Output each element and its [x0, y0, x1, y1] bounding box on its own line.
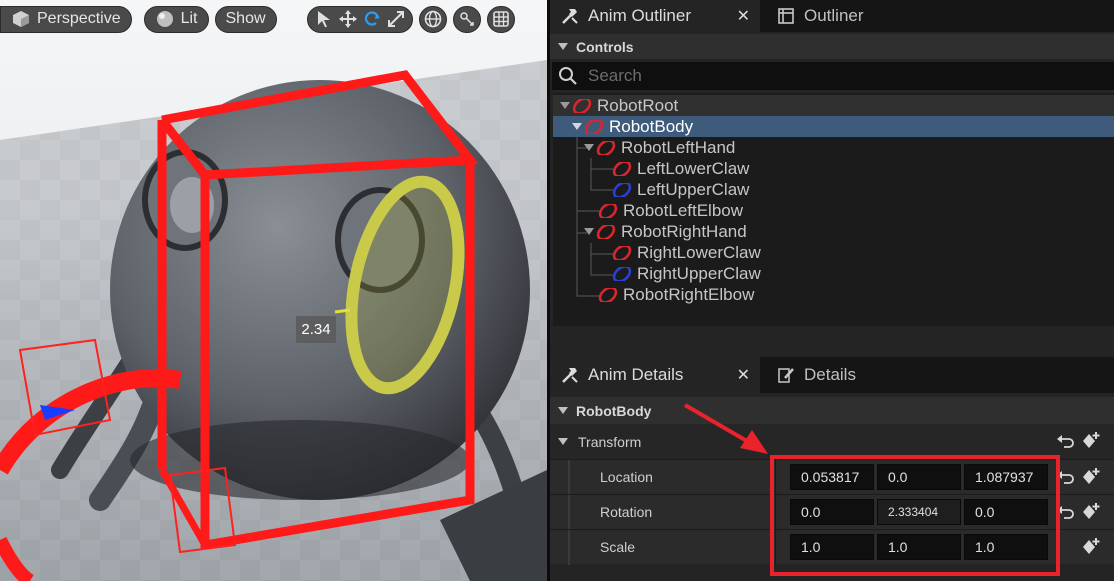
- viewport-toolbar: Perspective Lit Show: [0, 5, 515, 33]
- rotate-icon[interactable]: [362, 9, 382, 29]
- tab-anim-details[interactable]: Anim Details ✕: [550, 357, 760, 393]
- details-pencil-icon: [776, 365, 796, 385]
- tab-details-label: Details: [804, 365, 856, 384]
- control-ellipse-icon: [596, 224, 616, 239]
- tree-item-robotrightelbow[interactable]: RobotRightElbow: [553, 284, 1114, 305]
- tab-outliner[interactable]: Outliner: [766, 0, 874, 32]
- add-key-icon[interactable]: [1080, 536, 1102, 558]
- tree-item-robotbody[interactable]: RobotBody: [553, 116, 1114, 137]
- show-label: Show: [225, 10, 266, 27]
- expand-triangle-icon[interactable]: [583, 226, 595, 238]
- add-key-icon[interactable]: [1080, 466, 1102, 488]
- tree-item-label: RightLowerClaw: [637, 242, 761, 262]
- control-ellipse-icon: [612, 266, 632, 281]
- location-label: Location: [600, 469, 653, 485]
- lit-button[interactable]: Lit: [143, 5, 209, 33]
- snap-icon: [457, 9, 477, 29]
- controls-tree: RobotRoot RobotBody RobotLeftHand LeftLo…: [553, 93, 1114, 326]
- tree-item-robotlefthand[interactable]: RobotLeftHand: [553, 137, 1114, 158]
- tree-item-label: LeftLowerClaw: [637, 158, 750, 178]
- scale-icon[interactable]: [386, 9, 406, 29]
- control-ellipse-icon: [596, 140, 616, 155]
- grid-snap-button[interactable]: [486, 5, 515, 33]
- control-ellipse-icon: [584, 119, 604, 134]
- expand-triangle-icon[interactable]: [571, 121, 583, 133]
- search-placeholder: Search: [588, 66, 642, 85]
- transform-label: Transform: [578, 433, 642, 450]
- grid-icon: [491, 9, 511, 29]
- control-ellipse-icon: [612, 161, 632, 176]
- surface-snap-button[interactable]: [452, 5, 481, 33]
- control-ellipse-icon: [598, 203, 618, 218]
- sphere-icon: [155, 9, 175, 29]
- add-key-icon[interactable]: [1080, 501, 1102, 523]
- tree-item-label: RobotLeftElbow: [623, 200, 744, 220]
- transform-row[interactable]: Transform: [550, 424, 1114, 459]
- control-name-label: RobotBody: [576, 402, 652, 419]
- control-ellipse-icon: [572, 98, 592, 113]
- tree-item-label: RobotRightHand: [621, 221, 747, 241]
- tree-item-label: RobotRightElbow: [623, 284, 755, 304]
- scale-label: Scale: [600, 539, 636, 555]
- tab-anim-details-label: Anim Details: [588, 365, 684, 384]
- tree-item-label: LeftUpperClaw: [637, 179, 750, 199]
- collapse-triangle-icon: [558, 43, 568, 50]
- tab-anim-outliner-label: Anim Outliner: [588, 6, 691, 25]
- control-name-header[interactable]: RobotBody: [550, 397, 1114, 424]
- expand-triangle-icon[interactable]: [559, 100, 571, 112]
- tab-anim-outliner[interactable]: Anim Outliner ✕: [550, 0, 760, 32]
- tree-item-label: RobotLeftHand: [621, 137, 736, 157]
- rotation-readout: 2.34: [296, 316, 336, 343]
- tree-item-leftupperclaw[interactable]: LeftUpperClaw: [553, 179, 1114, 200]
- details-tabbar: Anim Details ✕ Details: [550, 357, 1114, 393]
- transform-tools-group: [306, 5, 413, 33]
- translate-icon[interactable]: [338, 9, 358, 29]
- tree-item-robotroot[interactable]: RobotRoot: [553, 95, 1114, 116]
- tree-item-rightlowerclaw[interactable]: RightLowerClaw: [553, 242, 1114, 263]
- show-button[interactable]: Show: [214, 5, 277, 33]
- select-arrow-icon[interactable]: [314, 9, 334, 29]
- search-icon: [558, 66, 578, 86]
- controls-section-header[interactable]: Controls: [550, 34, 1114, 59]
- close-icon[interactable]: ✕: [737, 365, 750, 385]
- control-ellipse-icon: [612, 245, 632, 260]
- world-space-button[interactable]: [418, 5, 447, 33]
- tab-outliner-label: Outliner: [804, 6, 864, 25]
- tree-item-label: RobotBody: [609, 116, 694, 136]
- control-ellipse-icon: [612, 182, 632, 197]
- add-key-icon[interactable]: [1080, 430, 1102, 452]
- close-icon[interactable]: ✕: [737, 6, 750, 26]
- search-input[interactable]: Search: [552, 62, 1114, 90]
- annotation-highlight-box: [770, 455, 1060, 576]
- tree-item-robotleftelbow[interactable]: RobotLeftElbow: [553, 200, 1114, 221]
- tree-item-leftlowerclaw[interactable]: LeftLowerClaw: [553, 158, 1114, 179]
- expand-triangle-icon[interactable]: [583, 142, 595, 154]
- controls-section-label: Controls: [576, 38, 634, 55]
- anim-outliner-panel: Anim Outliner ✕ Outliner Controls Search: [550, 0, 1114, 357]
- tree-item-label: RightUpperClaw: [637, 263, 761, 283]
- tab-details[interactable]: Details: [766, 357, 866, 393]
- cube-icon: [11, 9, 31, 29]
- tree-item-rightupperclaw[interactable]: RightUpperClaw: [553, 263, 1114, 284]
- tree-item-robotrighthand[interactable]: RobotRightHand: [553, 221, 1114, 242]
- globe-icon: [423, 9, 443, 29]
- reset-arrow-icon[interactable]: [1056, 432, 1074, 450]
- perspective-label: Perspective: [37, 10, 121, 27]
- tree-item-label: RobotRoot: [597, 95, 679, 115]
- viewport-scene[interactable]: [0, 0, 547, 581]
- control-ellipse-icon: [598, 287, 618, 302]
- lit-label: Lit: [180, 10, 198, 27]
- perspective-button[interactable]: Perspective: [0, 5, 132, 33]
- level-viewport[interactable]: Perspective Lit Show 2.34: [0, 0, 547, 581]
- hammer-icon: [560, 365, 580, 385]
- hammer-icon: [560, 6, 580, 26]
- collapse-triangle-icon: [558, 438, 568, 445]
- outliner-list-icon: [776, 6, 796, 26]
- rotation-label: Rotation: [600, 504, 653, 520]
- collapse-triangle-icon: [558, 407, 568, 414]
- outliner-tabbar: Anim Outliner ✕ Outliner: [550, 0, 1114, 32]
